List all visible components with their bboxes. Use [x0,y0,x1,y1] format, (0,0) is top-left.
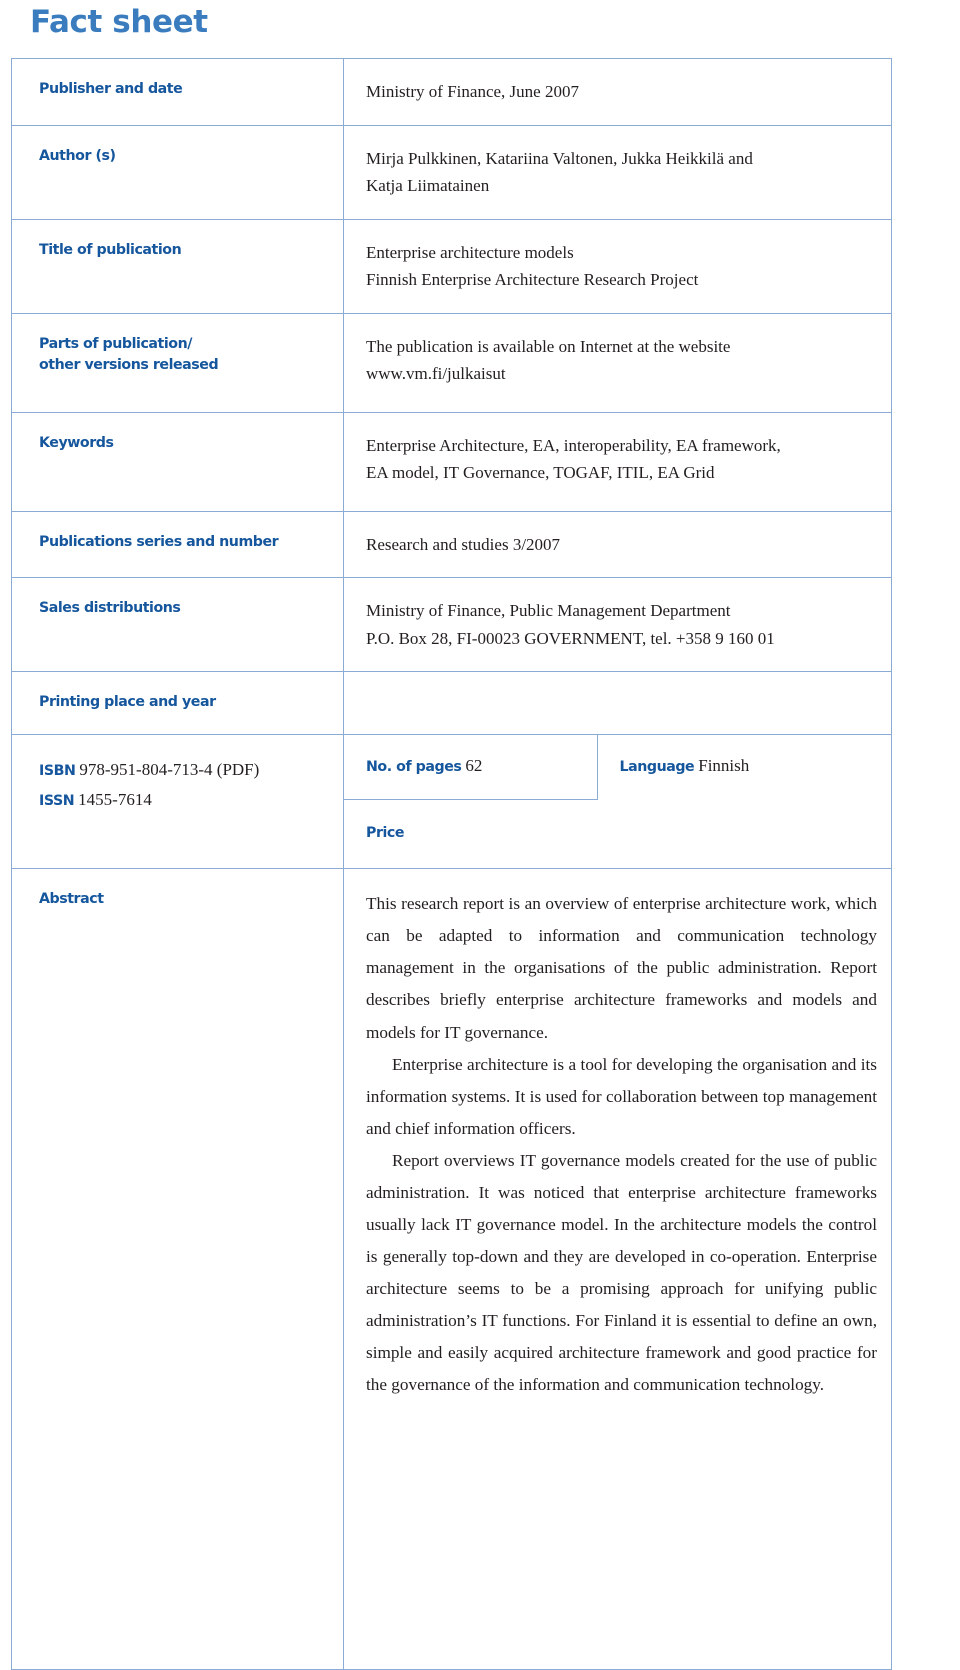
value-keywords-line-1: Enterprise Architecture, EA, interoperab… [366,435,781,455]
table-row-publications-series: Publications series and number Research … [11,510,892,579]
cell-label-keywords: Keywords [11,411,344,512]
table-row-author: Author (s) Mirja Pulkkinen, Katariina Va… [11,124,892,220]
fact-sheet-table: Publisher and date Ministry of Finance, … [11,58,892,1670]
identifiers-block: ISBN 978-951-804-713-4 (PDF) ISSN 1455-7… [12,735,343,834]
label-abstract: Abstract [39,891,104,908]
label-printing-place-and-year: Printing place and year [39,694,216,711]
cell-value-keywords: Enterprise Architecture, EA, interoperab… [343,411,892,512]
value-language: Finnish [698,756,750,776]
value-title-line-2: Finnish Enterprise Architecture Research… [366,270,699,290]
label-price: Price [366,825,405,842]
table-row-sales-distributions: Sales distributions Ministry of Finance,… [11,577,892,673]
label-issn: ISSN [39,792,75,809]
cell-label-author: Author (s) [11,124,344,220]
value-parts-line-1: The publication is available on Internet… [366,336,731,356]
value-parts-of-publication: The publication is available on Internet… [344,314,891,407]
cell-value-sales-distributions: Ministry of Finance, Public Management D… [343,577,892,673]
table-row-abstract: Abstract This research report is an over… [11,868,892,1670]
table-row-keywords: Keywords Enterprise Architecture, EA, in… [11,411,892,512]
table-row-printing-place: Printing place and year [11,671,892,736]
cell-label-publications-series: Publications series and number [11,510,344,579]
abstract-body: This research report is an overview of e… [366,888,877,1401]
cell-language: Language Finnish [597,735,892,800]
table-row-publisher: Publisher and date Ministry of Finance, … [11,58,892,126]
cell-label-sales-distributions: Sales distributions [11,577,344,673]
value-sales-line-2: P.O. Box 28, FI-00023 GOVERNMENT, tel. +… [366,628,775,648]
fact-sheet-page: Fact sheet Publisher and date Ministry o… [0,0,960,1670]
cell-label-parts-of-publication: Parts of publication/ other versions rel… [11,312,344,413]
cell-label-publisher: Publisher and date [11,58,344,126]
cell-value-author: Mirja Pulkkinen, Katariina Valtonen, Juk… [343,124,892,220]
value-issn: 1455-7614 [78,789,152,809]
pages-language-price-subtable: No. of pages 62 Language Finnish Price [344,735,892,869]
value-printing-place-and-year [344,672,891,710]
value-publisher-and-date: Ministry of Finance, June 2007 [366,82,579,101]
label-language: Language [619,759,695,776]
cell-value-publisher: Ministry of Finance, June 2007 [343,58,892,126]
value-author-line-2: Katja Liimatainen [366,176,490,196]
value-keywords-line-2: EA model, IT Governance, TOGAF, ITIL, EA… [366,463,715,483]
value-isbn: 978-951-804-713-4 (PDF) [79,760,260,780]
language-block: Language Finnish [598,735,893,799]
label-publisher-and-date: Publisher and date [39,81,183,97]
subrow-price: Price [344,799,892,869]
subrow-pages-language: No. of pages 62 Language Finnish [344,735,892,801]
label-title-of-publication: Title of publication [39,241,182,258]
table-row-parts-of-publication: Parts of publication/ other versions rel… [11,312,892,413]
isbn-line: ISBN 978-951-804-713-4 (PDF) [39,755,333,785]
abstract-body-wrapper: This research report is an overview of e… [344,869,891,1420]
value-sales-distributions: Ministry of Finance, Public Management D… [344,578,891,671]
cell-value-abstract: This research report is an overview of e… [343,868,892,1670]
label-keywords: Keywords [39,434,114,451]
cell-value-title-of-publication: Enterprise architecture models Finnish E… [343,218,892,314]
value-no-of-pages: 62 [465,756,483,776]
value-parts-line-2: www.vm.fi/julkaisut [366,364,506,384]
no-of-pages-block: No. of pages 62 [344,735,597,799]
value-author-line-1: Mirja Pulkkinen, Katariina Valtonen, Juk… [366,148,753,168]
value-publications-series-and-number: Research and studies 3/2007 [366,534,561,554]
table-row-title-of-publication: Title of publication Enterprise architec… [11,218,892,314]
label-parts-line-2: other versions released [39,357,219,374]
cell-label-identifiers: ISBN 978-951-804-713-4 (PDF) ISSN 1455-7… [11,734,344,870]
cell-label-title-of-publication: Title of publication [11,218,344,314]
cell-label-abstract: Abstract [11,868,344,1670]
value-keywords: Enterprise Architecture, EA, interoperab… [344,413,891,506]
cell-value-publications-series: Research and studies 3/2007 [343,510,892,579]
cell-value-identifiers: No. of pages 62 Language Finnish Price [343,734,892,870]
cell-value-printing-place [343,671,892,736]
label-parts-line-1: Parts of publication/ [39,335,192,352]
table-row-identifiers: ISBN 978-951-804-713-4 (PDF) ISSN 1455-7… [11,734,892,870]
cell-value-parts-of-publication: The publication is available on Internet… [343,312,892,413]
label-publications-series-and-number: Publications series and number [39,533,279,550]
value-sales-line-1: Ministry of Finance, Public Management D… [366,601,731,621]
label-author: Author (s) [39,147,116,164]
abstract-paragraph-1: This research report is an overview of e… [366,894,877,1042]
abstract-paragraph-2: Enterprise architecture is a tool for de… [366,1054,877,1138]
value-title-line-1: Enterprise architecture models [366,242,574,262]
value-title-of-publication: Enterprise architecture models Finnish E… [344,220,891,313]
label-no-of-pages: No. of pages [366,759,462,776]
price-block: Price [344,800,892,868]
value-author: Mirja Pulkkinen, Katariina Valtonen, Juk… [344,126,891,219]
cell-label-printing-place: Printing place and year [11,671,344,736]
label-parts-of-publication: Parts of publication/ other versions rel… [12,314,343,397]
cell-price: Price [344,799,892,869]
page-title: Fact sheet [30,4,208,40]
abstract-paragraph-3: Report overviews IT governance models cr… [366,1150,877,1395]
cell-no-of-pages: No. of pages 62 [344,735,598,801]
issn-line: ISSN 1455-7614 [39,785,333,815]
label-isbn: ISBN [39,763,76,780]
label-sales-distributions: Sales distributions [39,600,181,617]
